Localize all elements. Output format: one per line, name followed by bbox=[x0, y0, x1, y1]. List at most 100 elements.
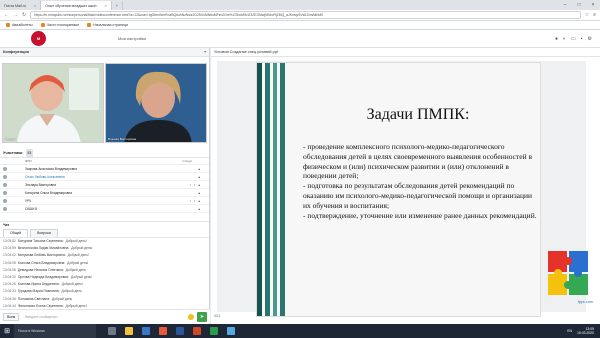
participants-header: Участники 53 bbox=[0, 148, 209, 158]
chat-input[interactable]: Введите сообщение... bbox=[22, 314, 185, 320]
chat-message-text: Добрый день! bbox=[71, 274, 93, 279]
slide-bullet: - проведение комплексного психолого-меди… bbox=[303, 142, 533, 181]
chat-message-text: Добрый день bbox=[51, 296, 73, 301]
chat-message-time: 13:04:26 bbox=[3, 282, 16, 287]
slide-bullet: - подтверждение, уточнение или изменение… bbox=[303, 210, 537, 220]
participant-row[interactable]: Заирова Анастасия Владимировна ▴ bbox=[0, 165, 209, 173]
new-tab-button[interactable]: + bbox=[112, 1, 123, 10]
chat-message-text: Добрый день bbox=[61, 289, 82, 294]
slide-body: - проведение комплексного психолого-меди… bbox=[303, 142, 540, 220]
yandex-icon[interactable] bbox=[159, 327, 167, 335]
tab-label: Почта Mail.ru bbox=[4, 3, 26, 8]
flag-icon[interactable]: ▪ bbox=[581, 36, 583, 42]
slide-bullet: - подготовка по результатам обследования… bbox=[303, 181, 533, 210]
taskbar-search[interactable]: Поиск в Windows bbox=[14, 324, 96, 338]
close-icon[interactable]: × bbox=[34, 3, 36, 8]
mic-icon[interactable]: ◐ bbox=[563, 36, 566, 42]
avatar bbox=[3, 198, 7, 203]
task-view-icon[interactable] bbox=[108, 327, 116, 335]
chat-message: 13:04:20 Орлова Надежда Владимировна: Добр… bbox=[3, 274, 209, 281]
recipient-select[interactable]: Всем bbox=[3, 312, 20, 321]
edge-icon[interactable] bbox=[142, 327, 150, 335]
participant-row[interactable]: Сечко Любовь Алексеевна ▴ bbox=[0, 173, 209, 181]
chrome-icon[interactable] bbox=[210, 327, 218, 335]
app-header: M Мои настройки ● ◐ ▭ ▪ ⚙ bbox=[0, 30, 600, 48]
browser-tab-bar: Почта Mail.ru × Опыт обучения младших шк… bbox=[0, 0, 600, 10]
chat-message-name: Батурина Татьяна Сергеевна: bbox=[17, 239, 64, 243]
participant-row[interactable]: СКШИ 8 ▴ bbox=[0, 205, 209, 213]
avatar bbox=[3, 182, 7, 187]
chat-title: Чат bbox=[3, 223, 10, 227]
video-tile-guest[interactable]: Влюная Викторовна bbox=[105, 63, 207, 143]
word-icon[interactable] bbox=[176, 327, 184, 335]
bookmark-item[interactable]: Авиабилеты bbox=[6, 23, 33, 27]
panel-collapse-icon[interactable]: ▾ bbox=[204, 48, 206, 56]
avatar bbox=[3, 174, 7, 179]
taskbar: ⊞ Поиск в Windows EN 13:09 15.03.2020 bbox=[0, 324, 600, 338]
chat-message-name: Пономина Светлана: bbox=[17, 296, 50, 301]
star-icon[interactable]: ☆ bbox=[585, 12, 589, 18]
chat-message: 13:04:33 Груздова Мария Павловна: Добрый д… bbox=[3, 288, 209, 295]
chat-message-name: Митумова Любовь Викторовна: bbox=[17, 253, 66, 258]
tab-questions[interactable]: Вопросы bbox=[30, 229, 59, 237]
slide-footer: fppt.com bbox=[578, 299, 594, 304]
chat-messages[interactable]: 13:03:52 Батурина Татьяна Сергеевна: Добры… bbox=[0, 237, 209, 317]
chat-message-time: 13:03:59 bbox=[3, 246, 16, 251]
screen-icon[interactable]: ▭ bbox=[571, 36, 576, 42]
avatar bbox=[3, 206, 7, 211]
bookmarks-bar: Авиабилеты Часто посещаемые Начальная ст… bbox=[0, 21, 600, 30]
menu-icon[interactable]: ≡ bbox=[593, 12, 596, 18]
camera-icon: ▪ bbox=[194, 198, 196, 203]
skype-icon[interactable] bbox=[227, 327, 235, 335]
forward-icon[interactable]: → bbox=[13, 12, 18, 18]
mic-icon: ♪ bbox=[189, 198, 192, 203]
participant-row[interactable]: УРЧ ♪ ▪ ▴ bbox=[0, 197, 209, 205]
bookmark-item[interactable]: Часто посещаемые bbox=[40, 23, 79, 27]
back-icon[interactable]: ← bbox=[4, 12, 9, 18]
chat-message-time: 13:03:52 bbox=[3, 239, 16, 243]
clock[interactable]: 13:09 15.03.2020 bbox=[577, 327, 594, 336]
settings-icon[interactable]: ⚙ bbox=[588, 36, 592, 42]
video-name: Студия bbox=[5, 137, 16, 141]
chat-message: 13:03:59 Веспоносова Лидия Михайловна: Доб… bbox=[3, 245, 209, 252]
puzzle-icon bbox=[548, 251, 588, 295]
folder-icon[interactable] bbox=[125, 327, 133, 335]
chat-message-name: Демидова Наталия Олеговна: bbox=[17, 267, 64, 272]
presentation-panel: Условия Создание спец.условий.ppt Задачи… bbox=[211, 48, 600, 324]
reload-icon[interactable]: ↻ bbox=[22, 12, 26, 18]
url-field[interactable]: https://m.mirapolis.ru/mira/personal/fla… bbox=[30, 11, 581, 19]
status-icon: ▴ bbox=[198, 198, 200, 203]
windows-start-icon[interactable]: ⊞ bbox=[0, 324, 14, 338]
slide: Задачи ПМПК: - проведение комплексного п… bbox=[256, 62, 593, 317]
mic-icon: ♪ bbox=[189, 182, 192, 187]
close-window-icon[interactable]: × bbox=[586, 0, 600, 10]
browser-tab-active[interactable]: Опыт обучения младших школ × bbox=[41, 1, 112, 10]
camera-icon[interactable]: ● bbox=[555, 36, 558, 42]
chat-message-time: 13:04:36 bbox=[3, 296, 16, 301]
video-tile-studio[interactable]: Студия bbox=[2, 63, 104, 143]
tab-general[interactable]: Общий bbox=[3, 229, 29, 237]
tab-label: Опыт обучения младших школ bbox=[45, 3, 97, 8]
send-button[interactable]: ➤ bbox=[197, 311, 207, 322]
browser-tab-mail[interactable]: Почта Mail.ru × bbox=[0, 1, 42, 10]
minimize-icon[interactable]: – bbox=[558, 0, 572, 10]
maximize-icon[interactable]: □ bbox=[572, 0, 586, 10]
participant-row[interactable]: Эльнара Викторовна ♪ ▪ ▴ bbox=[0, 181, 209, 189]
left-panel: Конференция ▾ Студия Влюная Викторовна У… bbox=[0, 48, 210, 324]
chat-tabs: Общий Вопросы bbox=[0, 229, 209, 237]
my-settings-link[interactable]: Мои настройки bbox=[118, 36, 146, 41]
chat-message-name: Веспоносова Лидия Михайловна: bbox=[17, 246, 70, 251]
system-tray: EN 13:09 15.03.2020 bbox=[567, 327, 594, 336]
slide-number: 4/11 bbox=[214, 314, 221, 318]
lang-indicator[interactable]: EN bbox=[567, 329, 572, 333]
participant-row[interactable]: Конорина Ольга Владимировна ▴ bbox=[0, 189, 209, 197]
chat-message: 13:04:05 Козлова Ольга Владимировна: Добры… bbox=[3, 260, 209, 267]
emoji-icon[interactable] bbox=[188, 313, 194, 320]
guest-video bbox=[106, 64, 206, 142]
video-name: Влюная Викторовна bbox=[108, 137, 137, 141]
powerpoint-icon[interactable] bbox=[193, 327, 201, 335]
chat-message: 13:04:36 Пономина Светлана: Добрый день bbox=[3, 296, 209, 303]
bookmark-icon bbox=[87, 23, 92, 27]
close-icon[interactable]: × bbox=[105, 3, 107, 8]
bookmark-item[interactable]: Начальная страница bbox=[87, 23, 128, 27]
